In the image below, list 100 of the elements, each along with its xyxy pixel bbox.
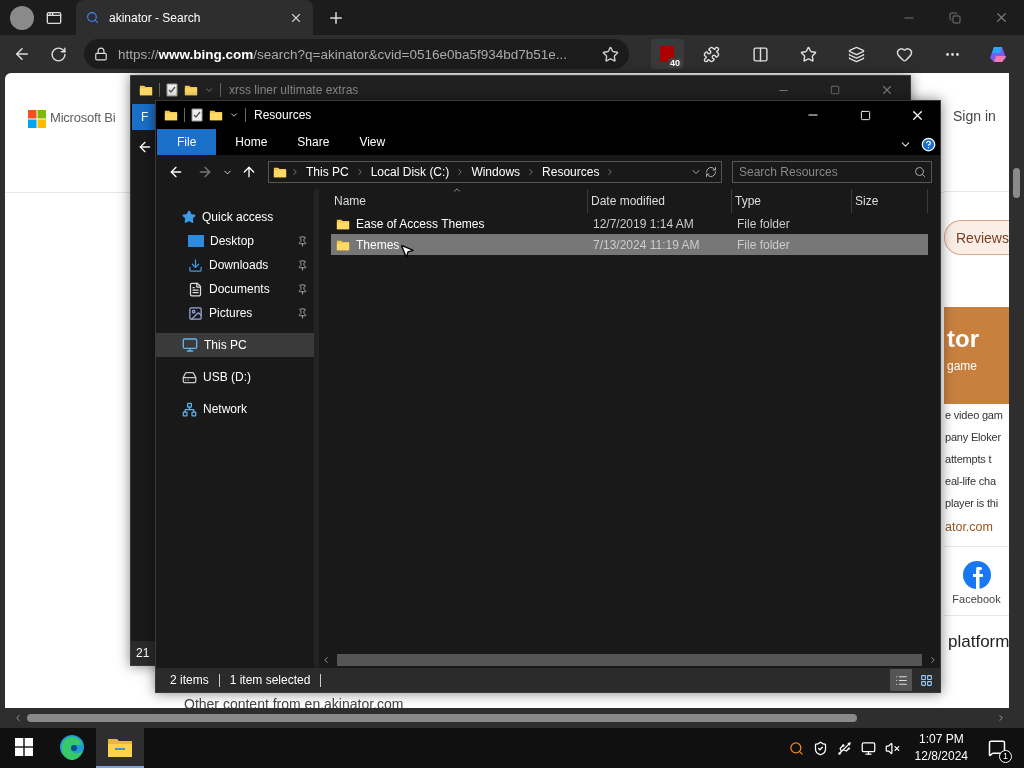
security-icon[interactable] (813, 740, 829, 756)
refresh-icon[interactable] (705, 166, 717, 178)
window-title: xrss liner ultimate extras (229, 83, 359, 97)
edge-icon (59, 734, 85, 760)
type-cell-text: File folder (736, 215, 791, 233)
breadcrumb-item[interactable]: Resources (539, 165, 603, 179)
microsoft-logo (28, 110, 46, 128)
browser-tab[interactable]: akinator - Search (76, 0, 313, 35)
caret-icon (204, 85, 214, 95)
search-icon (86, 11, 99, 24)
nav-item[interactable]: Quick access (156, 205, 314, 229)
social-label: Facebook (952, 593, 1001, 605)
ribbon-tab[interactable]: Share (282, 129, 345, 155)
ribbon-tab[interactable]: File (157, 129, 217, 155)
breadcrumb-item[interactable]: This PC (303, 165, 352, 179)
scroll-right-icon[interactable] (928, 655, 938, 665)
extension-button[interactable]: 40 (650, 39, 684, 69)
column-header[interactable]: Type (732, 189, 852, 213)
back-icon[interactable] (137, 139, 153, 155)
forward-icon[interactable] (197, 164, 213, 180)
breadcrumb-item[interactable]: Windows (468, 165, 524, 179)
folder-icon (184, 83, 198, 97)
copilot-icon[interactable] (988, 44, 1008, 64)
snippet-line: player is thi (944, 496, 1000, 511)
column-header[interactable]: Date modified (588, 189, 732, 213)
scroll-left-icon[interactable] (13, 713, 23, 723)
snippet-line: e video gam (944, 408, 1004, 423)
folder-icon (273, 165, 287, 179)
chevron-icon (290, 167, 300, 177)
file-name: Themes (356, 237, 400, 252)
up-icon[interactable] (241, 164, 257, 180)
nav-item[interactable]: Downloads (156, 253, 314, 277)
desktop-icon (188, 235, 204, 247)
document-icon (188, 281, 203, 297)
extensions-icon[interactable] (702, 45, 720, 63)
file-row[interactable]: Ease of Access Themes 12/7/2019 1:14 AM File folder (331, 213, 928, 234)
network-icon[interactable] (861, 740, 877, 756)
restore-icon[interactable] (949, 11, 961, 24)
usb-icon[interactable] (837, 740, 853, 756)
scroll-right-icon[interactable] (996, 713, 1006, 723)
back-icon[interactable] (168, 164, 184, 180)
profile-avatar[interactable] (10, 5, 34, 30)
muted-volume-icon[interactable] (885, 740, 901, 756)
collections-icon[interactable] (847, 45, 865, 63)
notification-count: 1 (999, 750, 1012, 763)
scrollbar-thumb[interactable] (337, 654, 922, 666)
download-icon (188, 257, 203, 273)
scrollbar-thumb[interactable] (27, 714, 857, 722)
back-icon[interactable] (13, 45, 31, 63)
properties-icon (191, 108, 203, 122)
heart-icon[interactable] (895, 45, 913, 63)
section-heading: platform (947, 632, 1009, 652)
file-row[interactable]: Themes 7/13/2024 11:19 AM File folder (331, 234, 928, 255)
card-title: tor (947, 325, 980, 353)
tab-actions-icon[interactable] (46, 9, 62, 26)
nav-item[interactable]: This PC (156, 333, 314, 357)
status-text: 21 (136, 646, 150, 660)
type-cell-text: File folder (736, 236, 791, 254)
search-field[interactable]: Search Resources (732, 161, 932, 183)
star-icon (182, 210, 196, 224)
lock-icon (94, 47, 108, 61)
scrollbar-thumb[interactable] (1013, 168, 1020, 198)
nav-item[interactable]: Pictures (156, 301, 314, 325)
help-icon[interactable] (920, 136, 936, 152)
column-header[interactable]: Size (852, 189, 928, 213)
taskbar-app[interactable] (96, 728, 144, 768)
scroll-left-icon[interactable] (321, 655, 331, 665)
nav-item[interactable]: Documents (156, 277, 314, 301)
split-screen-icon[interactable] (751, 45, 769, 63)
start-icon[interactable] (15, 738, 33, 756)
ribbon-tab[interactable]: F (132, 104, 156, 130)
properties-icon (166, 83, 178, 97)
facebook-icon[interactable] (962, 561, 991, 589)
caret-icon[interactable] (229, 110, 239, 120)
network-icon (182, 401, 197, 417)
drive-icon (182, 369, 197, 385)
breadcrumb-item[interactable]: Local Disk (C:) (367, 165, 453, 179)
column-header[interactable]: Name (331, 189, 588, 213)
item-count: 2 items (170, 673, 220, 687)
clock[interactable]: 1:07 PM 12/8/2024 (914, 731, 968, 765)
refresh-icon[interactable] (49, 45, 67, 63)
search-icon[interactable] (789, 740, 805, 756)
message-icon (988, 739, 1006, 757)
snippet-line: attempts t (944, 452, 993, 467)
nav-item[interactable]: Network (156, 397, 314, 421)
nav-item[interactable]: USB (D:) (156, 365, 314, 389)
date-cell-text: 7/13/2024 11:19 AM (592, 236, 701, 254)
details-view-button[interactable] (890, 669, 912, 691)
favorite-star-icon[interactable] (601, 45, 619, 63)
notifications-button[interactable]: 1 (982, 733, 1012, 763)
nav-item[interactable]: Desktop (156, 229, 314, 253)
address-field[interactable]: This PC Local Disk (C:) Windows Resources (268, 161, 722, 183)
ribbon-tab[interactable]: View (344, 129, 401, 155)
reviews-tab[interactable]: Reviews (944, 220, 1009, 255)
address-bar[interactable]: https://www.bing.com/search?q=akinator&cvid=0516e0ba5f934bd7b51e... (84, 39, 629, 69)
favorites-icon[interactable] (799, 45, 817, 63)
window-title: Resources (254, 108, 312, 122)
ribbon-tab[interactable]: Home (220, 129, 283, 155)
list-icon (894, 673, 908, 687)
file-name: Ease of Access Themes (356, 216, 485, 231)
